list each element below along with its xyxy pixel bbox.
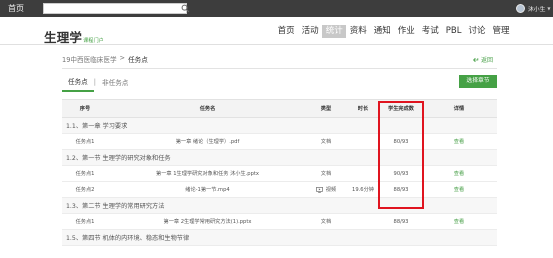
task-name: 绪论-1第一节.mp4 — [185, 187, 230, 193]
nav-statistics[interactable]: 统计 — [322, 25, 347, 38]
task-duration — [345, 214, 381, 229]
task-duration: 19.6分钟 — [352, 187, 374, 193]
breadcrumb-class[interactable]: 19中西医临床医学 — [62, 54, 117, 64]
task-type-cell: 视频 — [307, 182, 345, 197]
search-input[interactable] — [43, 3, 187, 14]
top-bar: 首页 沐小生 ▼ — [0, 0, 553, 17]
task-no: 任务点2 — [75, 187, 95, 193]
table-row: 任务点1 第一章 绪论（生理学）.pdf 文档 80/93 查看 — [62, 134, 497, 150]
view-link[interactable]: 查看 — [421, 166, 497, 181]
section-title: 1.2、第一节 生理学的研究对象和任务 — [66, 155, 171, 162]
view-link[interactable]: 查看 — [421, 182, 497, 197]
nav-notices[interactable]: 通知 — [370, 25, 394, 38]
section-row: 1.3、第二节 生理学的常用研究方法 — [62, 198, 497, 214]
header-completed: 学生完成数 — [388, 106, 414, 112]
section-row: 1.2、第一节 生理学的研究对象和任务 — [62, 150, 497, 166]
task-name: 第一章 2生理学常用研究方法(1).pptx — [163, 219, 252, 225]
header-no: 序号 — [79, 106, 91, 112]
nav-exam[interactable]: 考试 — [418, 25, 442, 38]
task-completed: 80/93 — [393, 138, 409, 145]
course-nav: 首页 活动 统计 资料 通知 作业 考试 PBL 讨论 管理 — [274, 25, 513, 38]
task-type: 文档 — [320, 219, 332, 225]
task-name: 第一章 绪论（生理学）.pdf — [175, 139, 240, 145]
tab-task-points[interactable]: 任务点 — [62, 76, 94, 92]
section-title: 1.3、第二节 生理学的常用研究方法 — [66, 203, 165, 210]
view-link[interactable]: 查看 — [421, 134, 497, 149]
task-completed: 90/93 — [393, 170, 409, 177]
table-row: 任务点2 绪论-1第一节.mp4 视频 19.6分钟 88/93 查看 — [62, 182, 497, 198]
section-row: 1.5、第四节 机体的内环境、稳态和生物节律 — [62, 230, 497, 246]
table-header: 序号 任务名 类型 时长 学生完成数 详情 — [62, 99, 497, 118]
search-icon[interactable] — [181, 4, 190, 13]
task-table: 序号 任务名 类型 时长 学生完成数 详情 1.1、第一章 学习要求 任务点1 … — [62, 99, 497, 246]
nav-pbl[interactable]: PBL — [442, 25, 465, 38]
task-type: 文档 — [320, 171, 332, 177]
task-duration — [345, 134, 381, 149]
back-arrow-icon[interactable] — [473, 57, 479, 63]
table-row: 任务点1 第一章 2生理学常用研究方法(1).pptx 文档 88/93 查看 — [62, 214, 497, 230]
breadcrumb-divider — [62, 68, 497, 69]
tab-non-task-points[interactable]: 非任务点 — [96, 77, 134, 91]
header-detail: 详情 — [453, 106, 465, 112]
nav-activity[interactable]: 活动 — [298, 25, 322, 38]
breadcrumb-separator: > — [119, 54, 126, 62]
home-link[interactable]: 首页 — [8, 3, 24, 14]
back-link[interactable]: 返回 — [473, 55, 493, 64]
header-divider — [0, 44, 553, 45]
header-duration: 时长 — [357, 106, 369, 112]
nav-materials[interactable]: 资料 — [346, 25, 370, 38]
task-name: 第一章 1生理学研究对象和任务 沐小生.pptx — [156, 171, 259, 177]
nav-home[interactable]: 首页 — [274, 25, 298, 38]
task-duration — [345, 166, 381, 181]
section-title: 1.1、第一章 学习要求 — [66, 123, 128, 130]
section-row: 1.1、第一章 学习要求 — [62, 118, 497, 134]
breadcrumb: 19中西医临床医学 > 任务点 — [62, 54, 148, 64]
course-portal-label[interactable]: 课程门户 — [83, 37, 104, 44]
caret-down-icon[interactable]: ▼ — [547, 6, 550, 11]
task-no: 任务点1 — [75, 219, 95, 225]
task-completed: 88/93 — [393, 218, 409, 225]
table-row: 任务点1 第一章 1生理学研究对象和任务 沐小生.pptx 文档 90/93 查… — [62, 166, 497, 182]
user-menu[interactable]: 沐小生 ▼ — [516, 3, 550, 14]
task-no: 任务点1 — [75, 139, 95, 145]
avatar[interactable] — [516, 4, 525, 13]
select-chapter-button[interactable]: 选择章节 — [459, 75, 497, 88]
nav-homework[interactable]: 作业 — [394, 25, 418, 38]
section-title: 1.5、第四节 机体的内环境、稳态和生物节律 — [66, 235, 190, 242]
task-tabs: 任务点 | 非任务点 — [62, 76, 134, 92]
video-icon — [315, 186, 323, 193]
task-type: 视频 — [325, 187, 337, 193]
header-task-name: 任务名 — [199, 106, 216, 112]
view-link[interactable]: 查看 — [421, 214, 497, 229]
header-type: 类型 — [320, 106, 332, 112]
back-label[interactable]: 返回 — [481, 55, 493, 64]
task-type: 文档 — [320, 139, 332, 145]
task-no: 任务点1 — [75, 171, 95, 177]
breadcrumb-current: 任务点 — [128, 56, 148, 64]
nav-manage[interactable]: 管理 — [489, 25, 513, 38]
nav-discussion[interactable]: 讨论 — [465, 25, 489, 38]
user-name[interactable]: 沐小生 — [528, 4, 545, 13]
task-completed: 88/93 — [393, 186, 409, 193]
